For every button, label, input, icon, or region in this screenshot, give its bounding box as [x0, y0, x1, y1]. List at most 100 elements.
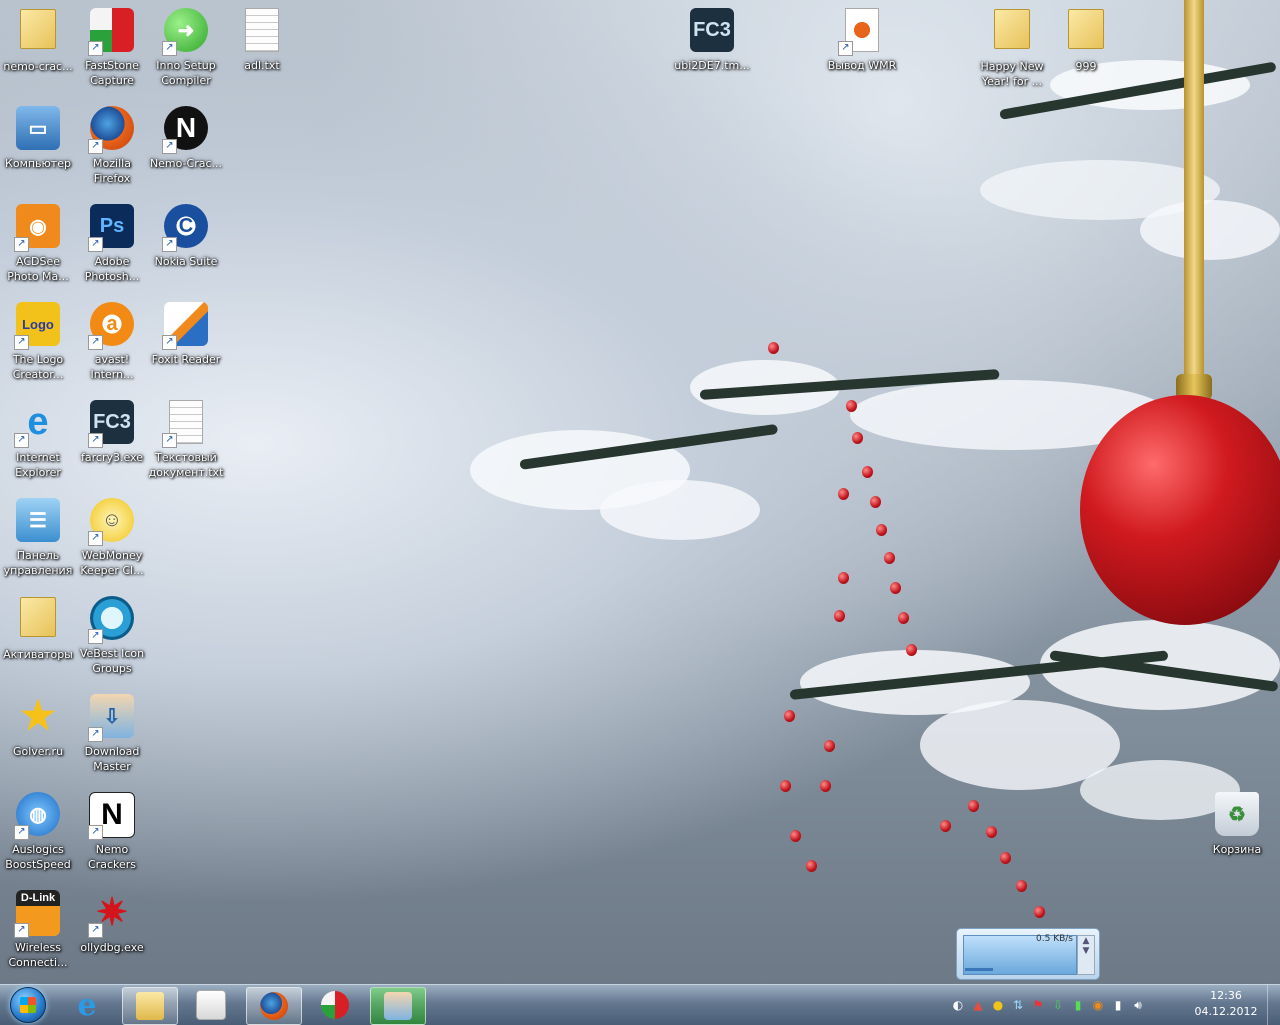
desktop-icon[interactable]: Ps ↗ Adobe Photosh... — [74, 200, 150, 284]
text-file-icon — [238, 8, 286, 56]
desktop-icon[interactable]: FC3 ↗ farcry3.exe — [74, 396, 150, 465]
icon-label: 999 — [1075, 60, 1097, 73]
icon-label: Корзина — [1212, 843, 1262, 856]
faststone-tray-icon[interactable]: ▲ — [970, 997, 986, 1013]
desktop-icon[interactable]: ↗ Foxit Reader — [148, 298, 224, 367]
desktop-icon[interactable]: ◉ ↗ ACDSee Photo Ma... — [0, 200, 76, 284]
desktop-icon[interactable]: ✷ ↗ ollydbg.exe — [74, 886, 150, 955]
desktop-icon[interactable]: 999 — [1048, 4, 1124, 74]
recycle-bin-icon: ♻ — [1213, 792, 1261, 840]
desktop-icon[interactable]: ↗ Текстовый документ.txt — [148, 396, 224, 480]
internet-explorer-icon: e — [77, 987, 97, 1023]
user-folder-icon — [14, 9, 62, 57]
icon-label: Nemo Crackers — [88, 843, 136, 871]
desktop-icon[interactable]: Happy New Year! for ... — [974, 4, 1050, 89]
taskbar-firefox[interactable] — [246, 987, 302, 1025]
ollydbg-icon: ✷ ↗ — [88, 890, 136, 938]
network-rate: 0.5 KB/s — [1036, 934, 1073, 944]
icon-label: Foxit Reader — [151, 353, 221, 366]
folder-icon — [1062, 9, 1110, 57]
taskbar-download-master[interactable] — [370, 987, 426, 1025]
desktop-icon[interactable]: ⇩ ↗ Download Master — [74, 690, 150, 774]
avast-tray-icon[interactable]: ◉ — [1090, 997, 1106, 1013]
icon-label: Текстовый документ.txt — [148, 451, 224, 479]
taskbar-explorer[interactable] — [122, 987, 178, 1025]
fc3-icon: FC3 ↗ — [88, 400, 136, 448]
icon-label: The Logo Creator... — [12, 353, 64, 381]
clock-date: 04.12.2012 — [1194, 1005, 1258, 1018]
nemo-icon: N ↗ — [162, 106, 210, 154]
foxit-reader-icon: ↗ — [162, 302, 210, 350]
avast-icon: a ↗ — [88, 302, 136, 350]
desktop-icon[interactable]: Logo ↗ The Logo Creator... — [0, 298, 76, 382]
start-button[interactable] — [4, 985, 52, 1025]
desktop-icon[interactable]: Активаторы — [0, 592, 76, 662]
icon-label: farcry3.exe — [81, 451, 143, 464]
desktop[interactable]: nemo-crac... ▭ Компьютер ◉ ↗ ACDSee Photo… — [0, 0, 1280, 984]
control-panel-icon: ☰ — [14, 498, 62, 546]
icon-label: Internet Explorer — [15, 451, 61, 479]
vebest-icon: ↗ — [88, 596, 136, 644]
taskbar-faststone[interactable] — [308, 987, 362, 1023]
icon-label: Mozilla Firefox — [93, 157, 131, 185]
desktop-icon[interactable]: ↗ VeBest Icon Groups — [74, 592, 150, 676]
desktop-icon[interactable]: a ↗ avast! Intern... — [74, 298, 150, 382]
show-desktop-button[interactable] — [1267, 985, 1280, 1025]
desktop-icon[interactable]: e ↗ Internet Explorer — [0, 396, 76, 480]
desktop-icon[interactable]: C ↗ Nokia Suite — [148, 200, 224, 269]
desktop-icon[interactable]: FC3 ubi2DE7.tm... — [674, 4, 750, 73]
desktop-icon[interactable]: ↗ FastStone Capture — [74, 4, 150, 88]
desktop-icon[interactable]: ↗ Вывод WMR — [824, 4, 900, 73]
signal-tray-icon[interactable]: ▮ — [1070, 997, 1086, 1013]
network-tray-icon[interactable]: ⇅ — [1010, 997, 1026, 1013]
photoshop-icon: Ps ↗ — [88, 204, 136, 252]
icon-label: ACDSee Photo Ma... — [7, 255, 69, 283]
desktop-icon[interactable]: ☺ ↗ WebMoney Keeper Cl... — [74, 494, 150, 578]
desktop-icon[interactable]: ◍ ↗ Auslogics BoostSpeed — [0, 788, 76, 872]
logo-creator-icon: Logo ↗ — [14, 302, 62, 350]
volume-tray-icon[interactable]: 🔊︎ — [1130, 997, 1146, 1013]
desktop-icon[interactable]: ▭ Компьютер — [0, 102, 76, 171]
firefox-document-icon: ↗ — [838, 8, 886, 56]
desktop-icon[interactable]: nemo-crac... — [0, 4, 76, 74]
explorer-folder-icon — [136, 992, 164, 1020]
webmoney-tray-icon[interactable]: ● — [990, 997, 1006, 1013]
desktop-icon[interactable]: N ↗ Nemo Crackers — [74, 788, 150, 872]
desktop-icon[interactable]: ★ Golver.ru — [0, 690, 76, 759]
inno-setup-icon: ➜ ↗ — [162, 8, 210, 56]
signal-bars-tray-icon[interactable]: ▮ — [1110, 997, 1126, 1013]
network-bar — [965, 968, 993, 971]
taskbar-media-player[interactable] — [184, 987, 238, 1023]
folder-icon — [988, 9, 1036, 57]
firefox-icon: ↗ — [88, 106, 136, 154]
dlink-icon: D-Link ↗ — [14, 890, 62, 938]
flag-tray-icon[interactable]: ⚑ — [1030, 997, 1046, 1013]
icon-label: Inno Setup Compiler — [156, 59, 216, 87]
desktop-icon[interactable]: ➜ ↗ Inno Setup Compiler — [148, 4, 224, 88]
icon-label: VeBest Icon Groups — [79, 647, 145, 675]
clock[interactable]: 12:36 04.12.2012 — [1186, 988, 1266, 1020]
icon-label: Панель управления — [3, 549, 73, 577]
download-master-icon — [384, 992, 412, 1020]
icon-label: WebMoney Keeper Cl... — [80, 549, 144, 577]
network-meter-widget[interactable]: 0.5 KB/s ▲ ▼ — [956, 928, 1100, 980]
desktop-icon[interactable]: N ↗ Nemo-Crac... — [148, 102, 224, 171]
desktop-icon[interactable]: ♻ Корзина — [1199, 788, 1275, 857]
auslogics-icon: ◍ ↗ — [14, 792, 62, 840]
taskbar: e ◐ ▲ ● ⇅ ⚑ ⇩ ▮ ◉ ▮ 🔊︎ 12:36 04.12.2012 — [0, 984, 1280, 1025]
system-tray: ◐ ▲ ● ⇅ ⚑ ⇩ ▮ ◉ ▮ 🔊︎ — [946, 985, 1190, 1025]
desktop-icon[interactable]: ↗ Mozilla Firefox — [74, 102, 150, 186]
download-tray-icon[interactable]: ⇩ — [1050, 997, 1066, 1013]
nokia-suite-tray-icon[interactable]: ◐ — [950, 997, 966, 1013]
icon-label: FastStone Capture — [85, 59, 139, 87]
icon-label: Happy New Year! for ... — [980, 60, 1044, 88]
desktop-icon[interactable]: D-Link ↗ Wireless Connecti... — [0, 886, 76, 970]
computer-icon: ▭ — [14, 106, 62, 154]
fc3-icon: FC3 — [688, 8, 736, 56]
text-file-icon: ↗ — [162, 400, 210, 448]
desktop-icon[interactable]: ☰ Панель управления — [0, 494, 76, 578]
widget-scroll[interactable]: ▲ ▼ — [1077, 935, 1095, 975]
taskbar-ie[interactable]: e — [60, 987, 114, 1023]
desktop-icon[interactable]: adl.txt — [224, 4, 300, 73]
firefox-icon — [260, 992, 288, 1020]
